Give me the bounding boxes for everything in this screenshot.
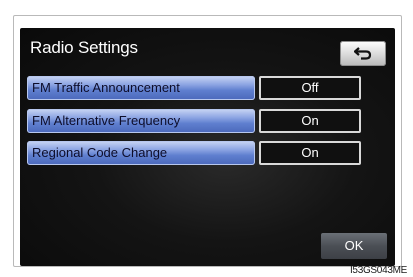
- setting-row-fm-traffic-announcement: FM Traffic Announcement Off: [27, 76, 362, 100]
- return-arrow-icon: [354, 47, 372, 60]
- setting-label: FM Traffic Announcement: [32, 80, 180, 95]
- image-code: I53GS043ME: [349, 265, 407, 276]
- setting-row-fm-alternative-frequency: FM Alternative Frequency On: [27, 109, 362, 133]
- ok-button[interactable]: OK: [321, 233, 387, 259]
- setting-value-toggle[interactable]: Off: [259, 76, 361, 100]
- setting-value-toggle[interactable]: On: [259, 141, 361, 165]
- setting-row-regional-code-change: Regional Code Change On: [27, 141, 362, 165]
- setting-label: FM Alternative Frequency: [32, 113, 181, 128]
- setting-label-button[interactable]: Regional Code Change: [27, 141, 255, 165]
- setting-label-button[interactable]: FM Alternative Frequency: [27, 109, 255, 133]
- back-button[interactable]: [340, 41, 386, 66]
- radio-settings-screen: Radio Settings FM Traffic Announcement O…: [20, 28, 395, 266]
- page-title: Radio Settings: [30, 38, 138, 57]
- setting-label-button[interactable]: FM Traffic Announcement: [27, 76, 255, 100]
- setting-value-toggle[interactable]: On: [259, 109, 361, 133]
- setting-label: Regional Code Change: [32, 145, 168, 160]
